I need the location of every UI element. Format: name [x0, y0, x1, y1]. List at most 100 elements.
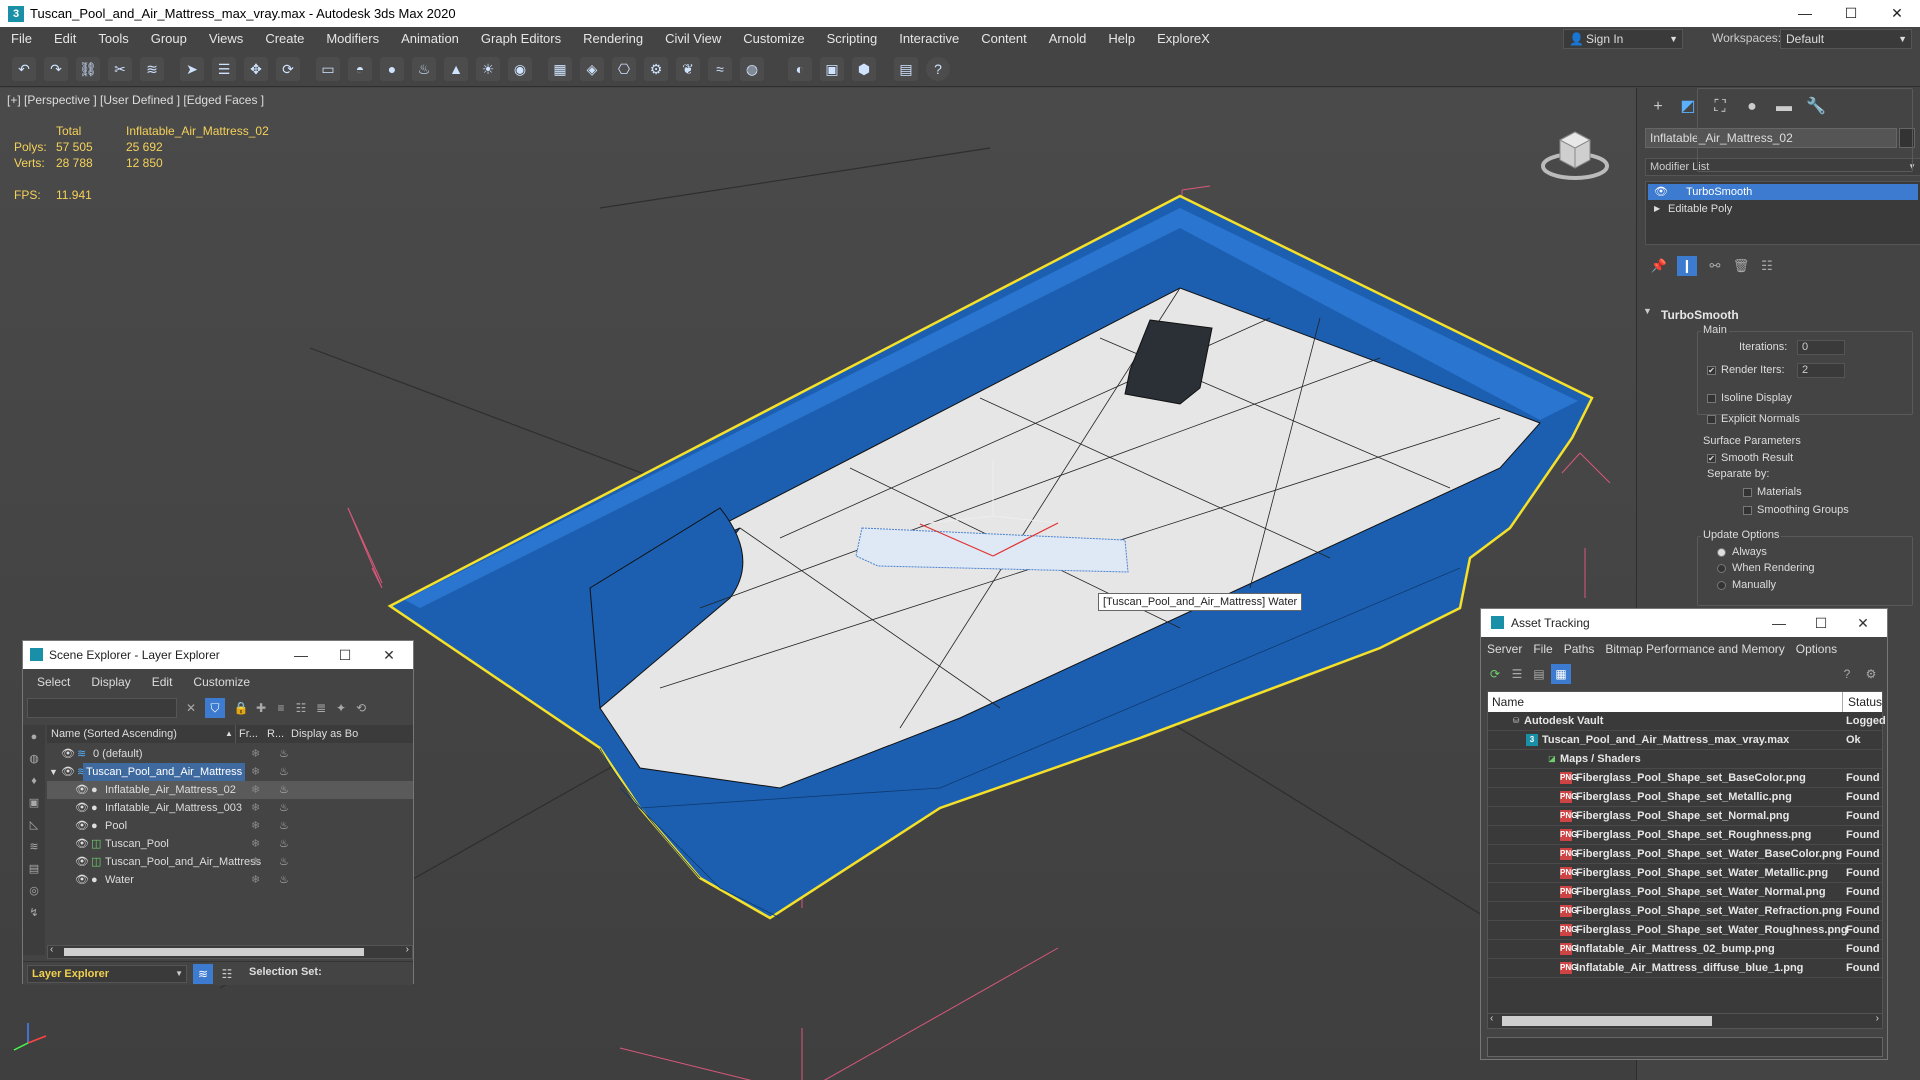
smoothing-groups-checkbox[interactable]: [1743, 505, 1752, 515]
layers-icon[interactable]: ≡: [271, 698, 291, 718]
menu-bitmap-performance[interactable]: Bitmap Performance and Memory: [1605, 639, 1784, 659]
render-teapot-icon[interactable]: ♨: [279, 799, 289, 817]
sphere-icon[interactable]: ●: [380, 57, 404, 81]
display-xrefs-icon[interactable]: ◎: [24, 881, 44, 901]
close-button[interactable]: ✕: [367, 641, 411, 669]
render-teapot-icon[interactable]: ♨: [279, 817, 289, 835]
explicit-normals-row[interactable]: Explicit Normals: [1707, 413, 1800, 425]
asset-row[interactable]: PNG Fiberglass_Pool_Shape_set_Metallic.p…: [1488, 788, 1882, 807]
minimize-button[interactable]: —: [1757, 609, 1801, 637]
layer-row[interactable]: 👁 ≋ 0 (default) ❄ ♨: [47, 745, 413, 763]
menu-help[interactable]: Help: [1097, 27, 1146, 51]
settings-icon[interactable]: ⚙: [644, 57, 668, 81]
column-name[interactable]: Name: [1492, 692, 1524, 712]
grid-icon[interactable]: ▦: [548, 57, 572, 81]
configure-sets-icon[interactable]: ☷: [1757, 256, 1777, 276]
close-button[interactable]: ✕: [1841, 609, 1885, 637]
menu-options[interactable]: Options: [1796, 639, 1837, 659]
menu-select[interactable]: Select: [37, 672, 70, 692]
menu-animation[interactable]: Animation: [390, 27, 470, 51]
layer-row[interactable]: ▼ 👁 ≋ Tuscan_Pool_and_Air_Mattress ❄ ♨: [47, 763, 413, 781]
box-icon[interactable]: ▭: [316, 57, 340, 81]
redo-icon[interactable]: ↷: [44, 57, 68, 81]
asset-row[interactable]: PNG Fiberglass_Pool_Shape_set_Water_Meta…: [1488, 864, 1882, 883]
asset-row[interactable]: PNG Inflatable_Air_Mattress_diffuse_blue…: [1488, 959, 1882, 978]
scene-converter-icon[interactable]: ▤: [894, 57, 918, 81]
menu-group[interactable]: Group: [140, 27, 198, 51]
render-teapot-icon[interactable]: ♨: [279, 871, 289, 889]
scrollbar-thumb[interactable]: [64, 948, 364, 956]
select-by-name-icon[interactable]: ☰: [212, 57, 236, 81]
select-link-icon[interactable]: ⛓: [76, 57, 100, 81]
minimize-button[interactable]: —: [279, 641, 323, 669]
object-row[interactable]: 👁 ● Inflatable_Air_Mattress_003 ❄ ♨: [47, 799, 413, 817]
display-shapes-icon[interactable]: ◍: [24, 749, 44, 769]
horizontal-scrollbar[interactable]: ‹ ›: [1487, 1013, 1883, 1029]
column-name[interactable]: Name (Sorted Ascending): [51, 725, 177, 743]
unlink-icon[interactable]: ✂: [108, 57, 132, 81]
iterations-spinner[interactable]: 0: [1797, 340, 1845, 355]
eye-icon[interactable]: 👁: [61, 745, 75, 763]
object-row[interactable]: 👁 ● Water ❄ ♨: [47, 871, 413, 889]
materials-row[interactable]: Materials: [1743, 486, 1802, 498]
menu-file[interactable]: File: [0, 27, 43, 51]
eye-icon[interactable]: 👁: [61, 763, 75, 781]
scene-explorer-titlebar[interactable]: Scene Explorer - Layer Explorer — ☐ ✕: [23, 641, 413, 669]
pin-stack-icon[interactable]: 📌: [1649, 256, 1669, 276]
freeze-icon[interactable]: ❄: [251, 763, 260, 781]
eye-icon[interactable]: 👁: [75, 817, 89, 835]
smooth-result-checkbox[interactable]: ✔: [1707, 453, 1716, 463]
sync-icon[interactable]: ⟲: [351, 698, 371, 718]
omni-light-icon[interactable]: ◉: [508, 57, 532, 81]
render-iters-row[interactable]: ✔ Render Iters:: [1707, 364, 1785, 376]
menu-modifiers[interactable]: Modifiers: [315, 27, 390, 51]
asset-path-field[interactable]: [1487, 1037, 1883, 1057]
display-helpers-icon[interactable]: ◺: [24, 815, 44, 835]
remove-modifier-icon[interactable]: 🗑: [1731, 256, 1751, 276]
show-end-result-icon[interactable]: ❙: [1677, 256, 1697, 276]
render-icon[interactable]: ⬢: [852, 57, 876, 81]
menu-customize[interactable]: Customize: [732, 27, 815, 51]
column-status[interactable]: Status: [1848, 692, 1882, 712]
lock-icon[interactable]: 🔒: [231, 698, 251, 718]
eye-icon[interactable]: 👁: [75, 835, 89, 853]
display-geometry-icon[interactable]: ●: [24, 727, 44, 747]
menu-explorex[interactable]: ExploreX: [1146, 27, 1221, 51]
help-icon[interactable]: ?: [1837, 664, 1857, 684]
freeze-icon[interactable]: ❄: [251, 835, 260, 853]
asset-row[interactable]: 3 Tuscan_Pool_and_Air_Mattress_max_vray.…: [1488, 731, 1882, 750]
material-icon[interactable]: ◈: [580, 57, 604, 81]
eye-icon[interactable]: 👁: [75, 871, 89, 889]
scroll-right-icon[interactable]: ›: [406, 944, 409, 955]
highlight-icon[interactable]: ✦: [331, 698, 351, 718]
menu-arnold[interactable]: Arnold: [1038, 27, 1098, 51]
scroll-left-icon[interactable]: ‹: [50, 944, 53, 955]
maximize-button[interactable]: ☐: [1799, 609, 1843, 637]
display-cameras-icon[interactable]: ▣: [24, 793, 44, 813]
plant-icon[interactable]: ❦: [676, 57, 700, 81]
freeze-icon[interactable]: ❄: [251, 871, 260, 889]
fur-icon[interactable]: ≈: [708, 57, 732, 81]
isoline-checkbox[interactable]: [1707, 393, 1716, 403]
render-iters-checkbox[interactable]: ✔: [1707, 365, 1716, 375]
table-view-icon[interactable]: ▤: [1529, 664, 1549, 684]
asset-tracking-titlebar[interactable]: Asset Tracking — ☐ ✕: [1481, 609, 1887, 637]
column-renderable[interactable]: R...: [267, 725, 284, 743]
menu-server[interactable]: Server: [1487, 639, 1522, 659]
minimize-button[interactable]: —: [1782, 0, 1828, 27]
bind-space-warp-icon[interactable]: ≋: [140, 57, 164, 81]
asset-row[interactable]: PNG Fiberglass_Pool_Shape_set_Water_Base…: [1488, 845, 1882, 864]
freeze-icon[interactable]: ❄: [251, 745, 260, 763]
menu-interactive[interactable]: Interactive: [888, 27, 970, 51]
move-icon[interactable]: ✥: [244, 57, 268, 81]
eye-icon[interactable]: 👁: [75, 799, 89, 817]
menu-graph-editors[interactable]: Graph Editors: [470, 27, 572, 51]
column-display-as-box[interactable]: Display as Bo: [291, 725, 358, 743]
always-row[interactable]: Always: [1717, 546, 1767, 558]
display-spacewarps-icon[interactable]: ≋: [24, 837, 44, 857]
hierarchy-mode-icon[interactable]: ☷: [217, 964, 237, 984]
render-sphere-icon[interactable]: ◐: [788, 57, 812, 81]
render-teapot-icon[interactable]: ♨: [279, 781, 289, 799]
explorer-type-dropdown[interactable]: Layer Explorer ▼: [27, 965, 187, 983]
asset-row[interactable]: PNG Fiberglass_Pool_Shape_set_Normal.png…: [1488, 807, 1882, 826]
